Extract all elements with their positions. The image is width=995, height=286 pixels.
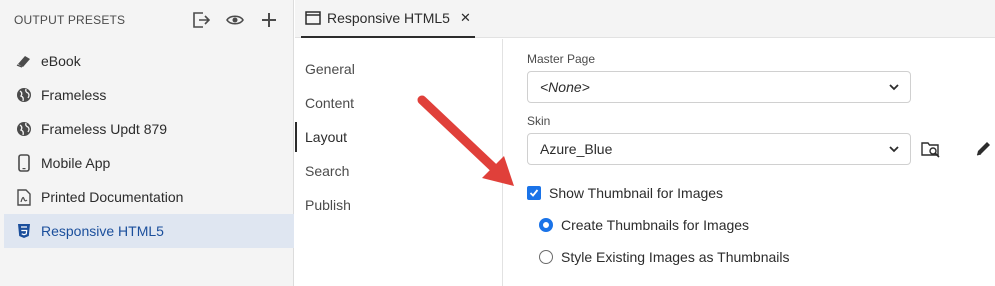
chevron-down-icon <box>889 84 899 91</box>
presets-header-actions <box>190 9 280 31</box>
close-icon[interactable]: ✕ <box>460 10 471 26</box>
preset-item-frameless-updt[interactable]: Frameless Updt 879 <box>4 112 294 146</box>
ebook-icon <box>15 52 33 70</box>
preset-label: Responsive HTML5 <box>41 223 164 239</box>
subnav-item-layout[interactable]: Layout <box>295 122 502 152</box>
master-page-select[interactable]: <None> <box>527 71 911 103</box>
preset-label: Printed Documentation <box>41 189 184 205</box>
preset-item-mobile-app[interactable]: Mobile App <box>4 146 294 180</box>
master-page-value: <None> <box>540 79 590 95</box>
pdf-icon <box>15 188 33 206</box>
show-thumbnail-checkbox-row[interactable]: Show Thumbnail for Images <box>527 185 723 201</box>
output-presets-panel: OUTPUT PRESETS eBook Frameless Frameless… <box>0 0 294 286</box>
radio-style-existing-label: Style Existing Images as Thumbnails <box>561 249 790 265</box>
preset-item-frameless[interactable]: Frameless <box>4 78 294 112</box>
show-thumbnail-label: Show Thumbnail for Images <box>549 185 724 201</box>
radio-create-thumbnails-label: Create Thumbnails for Images <box>561 217 750 233</box>
checkmark-icon <box>529 189 539 197</box>
radio-style-existing[interactable] <box>539 250 553 264</box>
preset-label: Mobile App <box>41 155 111 171</box>
preset-item-responsive-html5[interactable]: Responsive HTML5 <box>4 214 294 248</box>
preset-label: Frameless Updt 879 <box>41 121 168 137</box>
export-icon[interactable] <box>190 9 212 31</box>
preset-item-ebook[interactable]: eBook <box>4 44 294 78</box>
preset-list: eBook Frameless Frameless Updt 879 Mobil… <box>4 44 294 248</box>
skin-value: Azure_Blue <box>540 141 613 157</box>
eye-icon[interactable] <box>224 9 246 31</box>
subnav-item-publish[interactable]: Publish <box>295 190 502 220</box>
plus-icon[interactable] <box>258 9 280 31</box>
subnav-item-general[interactable]: General <box>295 54 502 84</box>
editor-tab-bar: Responsive HTML5 ✕ <box>295 0 995 38</box>
preset-label: Frameless <box>41 87 107 103</box>
presets-title: OUTPUT PRESETS <box>14 13 126 27</box>
skin-label: Skin <box>527 114 551 128</box>
subnav-item-content[interactable]: Content <box>295 88 502 118</box>
browse-skin-icon[interactable] <box>920 138 942 160</box>
radio-create-thumbnails-row[interactable]: Create Thumbnails for Images <box>539 217 749 233</box>
settings-subnav: General Content Layout Search Publish <box>295 39 503 286</box>
show-thumbnail-checkbox[interactable] <box>527 186 541 200</box>
tab-responsive-html5[interactable]: Responsive HTML5 ✕ <box>301 0 475 38</box>
mobile-icon <box>15 154 33 172</box>
preset-item-printed-documentation[interactable]: Printed Documentation <box>4 180 294 214</box>
globe-icon <box>15 86 33 104</box>
radio-create-thumbnails[interactable] <box>539 218 553 232</box>
preset-label: eBook <box>41 53 81 69</box>
window-icon <box>305 10 321 26</box>
master-page-label: Master Page <box>527 52 596 66</box>
html5-icon <box>15 222 33 240</box>
chevron-down-icon <box>889 146 899 153</box>
presets-header: OUTPUT PRESETS <box>0 0 294 40</box>
globe-icon <box>15 120 33 138</box>
tab-label: Responsive HTML5 <box>327 10 450 26</box>
subnav-item-search[interactable]: Search <box>295 156 502 186</box>
radio-style-existing-row[interactable]: Style Existing Images as Thumbnails <box>539 249 790 265</box>
edit-pencil-icon[interactable] <box>972 138 994 160</box>
skin-select[interactable]: Azure_Blue <box>527 133 911 165</box>
